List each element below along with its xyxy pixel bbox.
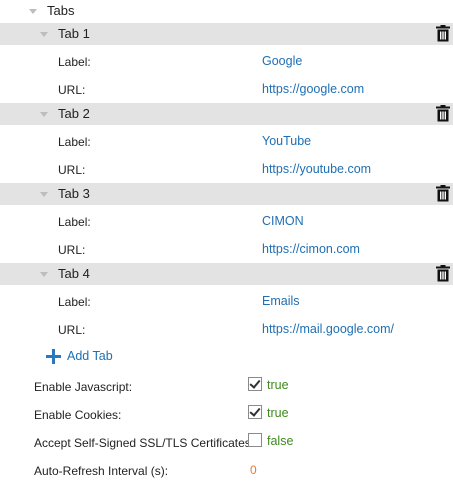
tab-2-label-value[interactable]: YouTube xyxy=(262,134,311,148)
tab-2-url-value[interactable]: https://youtube.com xyxy=(262,162,371,176)
tab-3-label-row: Label: CIMON xyxy=(0,208,453,236)
tab-1-label-value[interactable]: Google xyxy=(262,54,302,68)
tab-4-header[interactable]: Tab 4 xyxy=(0,263,453,285)
accept-self-signed-checkbox[interactable] xyxy=(248,433,262,447)
tab-2-label-row: Label: YouTube xyxy=(0,128,453,156)
tab-2-url-row: URL: https://youtube.com xyxy=(0,156,453,184)
accept-self-signed-value: false xyxy=(267,434,294,448)
tab-3-url-value[interactable]: https://cimon.com xyxy=(262,242,360,256)
tab-1-title: Tab 1 xyxy=(58,26,90,41)
field-label: URL: xyxy=(58,163,86,177)
tabs-section-header[interactable]: Tabs xyxy=(0,0,453,22)
checkmark-icon xyxy=(249,377,261,389)
enable-javascript-value: true xyxy=(267,378,289,392)
tab-3-label-value[interactable]: CIMON xyxy=(262,214,304,228)
trash-icon[interactable] xyxy=(436,25,450,42)
field-label: Label: xyxy=(58,135,91,149)
field-label: Label: xyxy=(58,295,91,309)
collapse-triangle-icon[interactable] xyxy=(29,9,37,14)
field-label: URL: xyxy=(58,83,86,97)
auto-refresh-row: Auto-Refresh Interval (s): 0 xyxy=(0,457,453,483)
tab-3-title: Tab 3 xyxy=(58,186,90,201)
tab-1-url-value[interactable]: https://google.com xyxy=(262,82,364,96)
enable-cookies-row: Enable Cookies: true xyxy=(0,401,453,427)
field-label: URL: xyxy=(58,323,86,337)
tab-1-url-row: URL: https://google.com xyxy=(0,76,453,104)
add-tab-label[interactable]: Add Tab xyxy=(67,349,113,363)
enable-javascript-row: Enable Javascript: true xyxy=(0,373,453,399)
field-label: Label: xyxy=(58,215,91,229)
field-label: Label: xyxy=(58,55,91,69)
trash-icon[interactable] xyxy=(436,265,450,282)
enable-javascript-label: Enable Javascript: xyxy=(34,380,133,394)
auto-refresh-label: Auto-Refresh Interval (s): xyxy=(34,464,169,478)
tab-2-header[interactable]: Tab 2 xyxy=(0,103,453,125)
accept-self-signed-label: Accept Self-Signed SSL/TLS Certificates: xyxy=(34,436,255,450)
auto-refresh-value[interactable]: 0 xyxy=(250,463,257,477)
tab-3-header[interactable]: Tab 3 xyxy=(0,183,453,205)
collapse-triangle-icon[interactable] xyxy=(40,112,48,117)
trash-icon[interactable] xyxy=(436,105,450,122)
checkmark-icon xyxy=(249,405,261,417)
tab-2-title: Tab 2 xyxy=(58,106,90,121)
tab-4-url-value[interactable]: https://mail.google.com/ xyxy=(262,322,394,336)
collapse-triangle-icon[interactable] xyxy=(40,192,48,197)
enable-javascript-checkbox[interactable] xyxy=(248,377,262,391)
tab-1-label-row: Label: Google xyxy=(0,48,453,76)
collapse-triangle-icon[interactable] xyxy=(40,272,48,277)
trash-icon[interactable] xyxy=(436,185,450,202)
plus-icon[interactable] xyxy=(46,349,61,364)
enable-cookies-checkbox[interactable] xyxy=(248,405,262,419)
tab-4-url-row: URL: https://mail.google.com/ xyxy=(0,316,453,344)
add-tab-button[interactable]: Add Tab xyxy=(0,347,453,367)
collapse-triangle-icon[interactable] xyxy=(40,32,48,37)
tab-4-label-row: Label: Emails xyxy=(0,288,453,316)
tab-4-label-value[interactable]: Emails xyxy=(262,294,300,308)
tab-1-header[interactable]: Tab 1 xyxy=(0,23,453,45)
tab-4-title: Tab 4 xyxy=(58,266,90,281)
tabs-section-title: Tabs xyxy=(47,3,75,18)
tab-3-url-row: URL: https://cimon.com xyxy=(0,236,453,264)
field-label: URL: xyxy=(58,243,86,257)
enable-cookies-label: Enable Cookies: xyxy=(34,408,122,422)
enable-cookies-value: true xyxy=(267,406,289,420)
accept-self-signed-row: Accept Self-Signed SSL/TLS Certificates:… xyxy=(0,429,453,455)
